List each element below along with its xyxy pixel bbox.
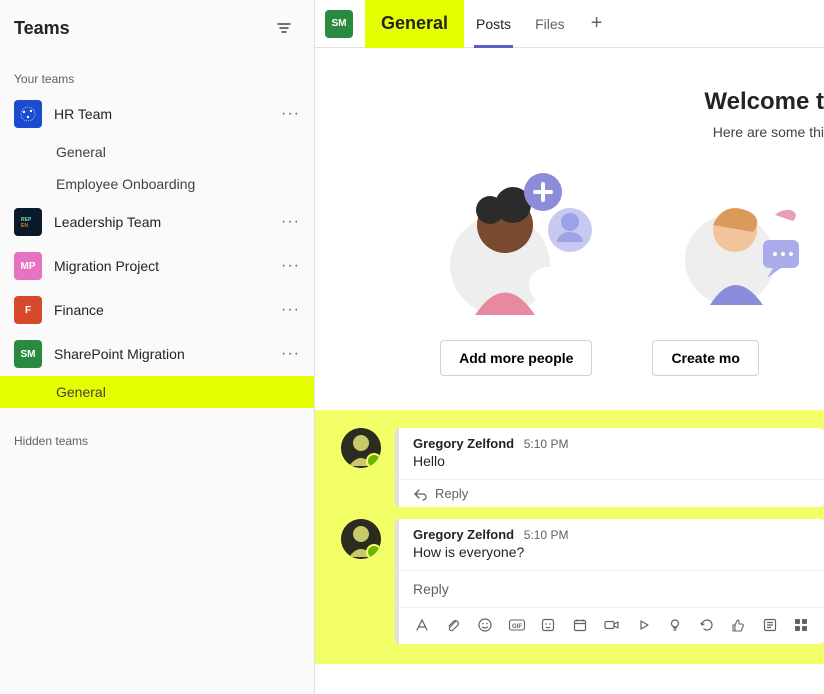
compose-toolbar: GIF bbox=[399, 607, 824, 644]
hidden-teams-label: Hidden teams bbox=[0, 408, 314, 454]
your-teams-label: Your teams bbox=[0, 52, 314, 92]
filter-button[interactable] bbox=[270, 14, 298, 42]
team-icon-migration: MP bbox=[14, 252, 42, 280]
conversation-area: Gregory Zelfond 5:10 PM Hello Reply bbox=[315, 410, 824, 664]
team-name: SharePoint Migration bbox=[54, 346, 279, 362]
viva-icon[interactable] bbox=[761, 616, 779, 634]
message-time: 5:10 PM bbox=[524, 528, 569, 542]
message-body: Gregory Zelfond 5:10 PM Hello Reply bbox=[395, 428, 824, 507]
avatar[interactable] bbox=[341, 519, 381, 559]
praise-icon[interactable] bbox=[729, 616, 747, 634]
channel-topbar: SM General Posts Files + bbox=[315, 0, 824, 48]
welcome-illustrations bbox=[415, 140, 824, 330]
welcome-title: Welcome t bbox=[315, 88, 824, 116]
message-item: Gregory Zelfond 5:10 PM Hello Reply bbox=[341, 428, 824, 507]
filter-icon bbox=[276, 20, 292, 36]
svg-text:GIF: GIF bbox=[512, 624, 522, 630]
stream-icon[interactable] bbox=[635, 616, 653, 634]
sticker-icon[interactable] bbox=[540, 616, 558, 634]
channel-name-tab[interactable]: General bbox=[365, 0, 464, 48]
meet-icon[interactable] bbox=[603, 616, 621, 634]
team-more-button[interactable]: ··· bbox=[279, 345, 302, 363]
team-row-migration[interactable]: MP Migration Project ··· bbox=[0, 244, 314, 288]
sidebar-title: Teams bbox=[14, 18, 70, 39]
message-header: Gregory Zelfond 5:10 PM bbox=[399, 428, 824, 451]
message-header: Gregory Zelfond 5:10 PM bbox=[399, 519, 824, 542]
team-name: Migration Project bbox=[54, 258, 279, 274]
main-panel: SM General Posts Files + Welcome t Here … bbox=[315, 0, 824, 694]
message-author: Gregory Zelfond bbox=[413, 527, 514, 542]
create-channels-button[interactable]: Create mo bbox=[652, 340, 758, 376]
gif-icon[interactable]: GIF bbox=[508, 616, 526, 634]
team-more-button[interactable]: ··· bbox=[279, 105, 302, 123]
team-name: HR Team bbox=[54, 106, 279, 122]
message-time: 5:10 PM bbox=[524, 437, 569, 451]
sidebar-header: Teams bbox=[0, 0, 314, 52]
reply-icon bbox=[413, 487, 427, 501]
team-row-hr[interactable]: HR Team ··· bbox=[0, 92, 314, 136]
message-author: Gregory Zelfond bbox=[413, 436, 514, 451]
reply-button[interactable]: Reply bbox=[399, 479, 824, 507]
more-apps-icon[interactable] bbox=[792, 616, 810, 634]
welcome-buttons: Add more people Create mo bbox=[375, 330, 824, 400]
avatar[interactable] bbox=[341, 428, 381, 468]
team-icon-leadership: REPEN bbox=[14, 208, 42, 236]
message-text: Hello bbox=[399, 451, 824, 479]
create-channels-illustration bbox=[685, 170, 805, 310]
teams-sidebar: Teams Your teams HR Team ··· General Emp… bbox=[0, 0, 315, 694]
team-row-sharepoint[interactable]: SM SharePoint Migration ··· bbox=[0, 332, 314, 376]
channel-hr-general[interactable]: General bbox=[0, 136, 314, 168]
tab-files[interactable]: Files bbox=[523, 0, 577, 48]
schedule-icon[interactable] bbox=[571, 616, 589, 634]
tab-posts[interactable]: Posts bbox=[464, 0, 523, 48]
add-tab-button[interactable]: + bbox=[577, 12, 617, 35]
team-row-leadership[interactable]: REPEN Leadership Team ··· bbox=[0, 200, 314, 244]
message-text: How is everyone? bbox=[399, 542, 824, 570]
channel-sharepoint-general[interactable]: General bbox=[0, 376, 314, 408]
message-body: Gregory Zelfond 5:10 PM How is everyone?… bbox=[395, 519, 824, 644]
svg-text:EN: EN bbox=[21, 223, 28, 229]
team-icon-hr bbox=[14, 100, 42, 128]
content-area: Welcome t Here are some thi bbox=[315, 48, 824, 694]
message-item: Gregory Zelfond 5:10 PM How is everyone?… bbox=[341, 519, 824, 644]
team-row-finance[interactable]: F Finance ··· bbox=[0, 288, 314, 332]
add-people-illustration bbox=[435, 170, 555, 310]
team-more-button[interactable]: ··· bbox=[279, 301, 302, 319]
approvals-icon[interactable] bbox=[698, 616, 716, 634]
reply-input[interactable]: Reply bbox=[399, 570, 824, 607]
welcome-section: Welcome t Here are some thi bbox=[315, 48, 824, 410]
team-name: Leadership Team bbox=[54, 214, 279, 230]
add-people-button[interactable]: Add more people bbox=[440, 340, 592, 376]
attach-icon[interactable] bbox=[445, 616, 463, 634]
team-icon-sharepoint: SM bbox=[14, 340, 42, 368]
bulb-icon[interactable] bbox=[666, 616, 684, 634]
team-more-button[interactable]: ··· bbox=[279, 257, 302, 275]
topbar-team-icon[interactable]: SM bbox=[325, 10, 353, 38]
welcome-subtitle: Here are some thi bbox=[315, 124, 824, 140]
emoji-icon[interactable] bbox=[476, 616, 494, 634]
format-icon[interactable] bbox=[413, 616, 431, 634]
team-more-button[interactable]: ··· bbox=[279, 213, 302, 231]
channel-hr-onboarding[interactable]: Employee Onboarding bbox=[0, 168, 314, 200]
team-icon-finance: F bbox=[14, 296, 42, 324]
team-name: Finance bbox=[54, 302, 279, 318]
